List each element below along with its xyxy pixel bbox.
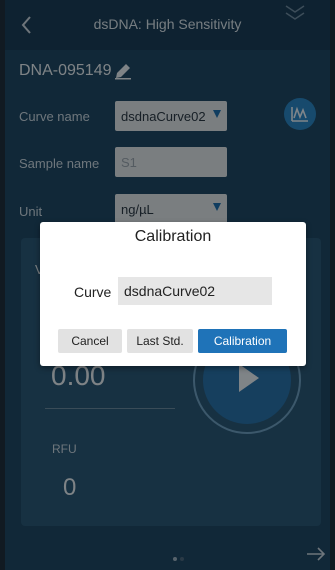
cancel-button[interactable]: Cancel [58,329,122,353]
dialog-curve-label: Curve [74,284,112,300]
dialog-curve-field[interactable]: dsdnaCurve02 [118,277,272,305]
calibration-dialog: Calibration Curve dsdnaCurve02 Cancel La… [40,222,306,366]
calibration-button[interactable]: Calibration [198,329,287,353]
dialog-title: Calibration [134,228,212,245]
last-std-button[interactable]: Last Std. [127,329,193,353]
